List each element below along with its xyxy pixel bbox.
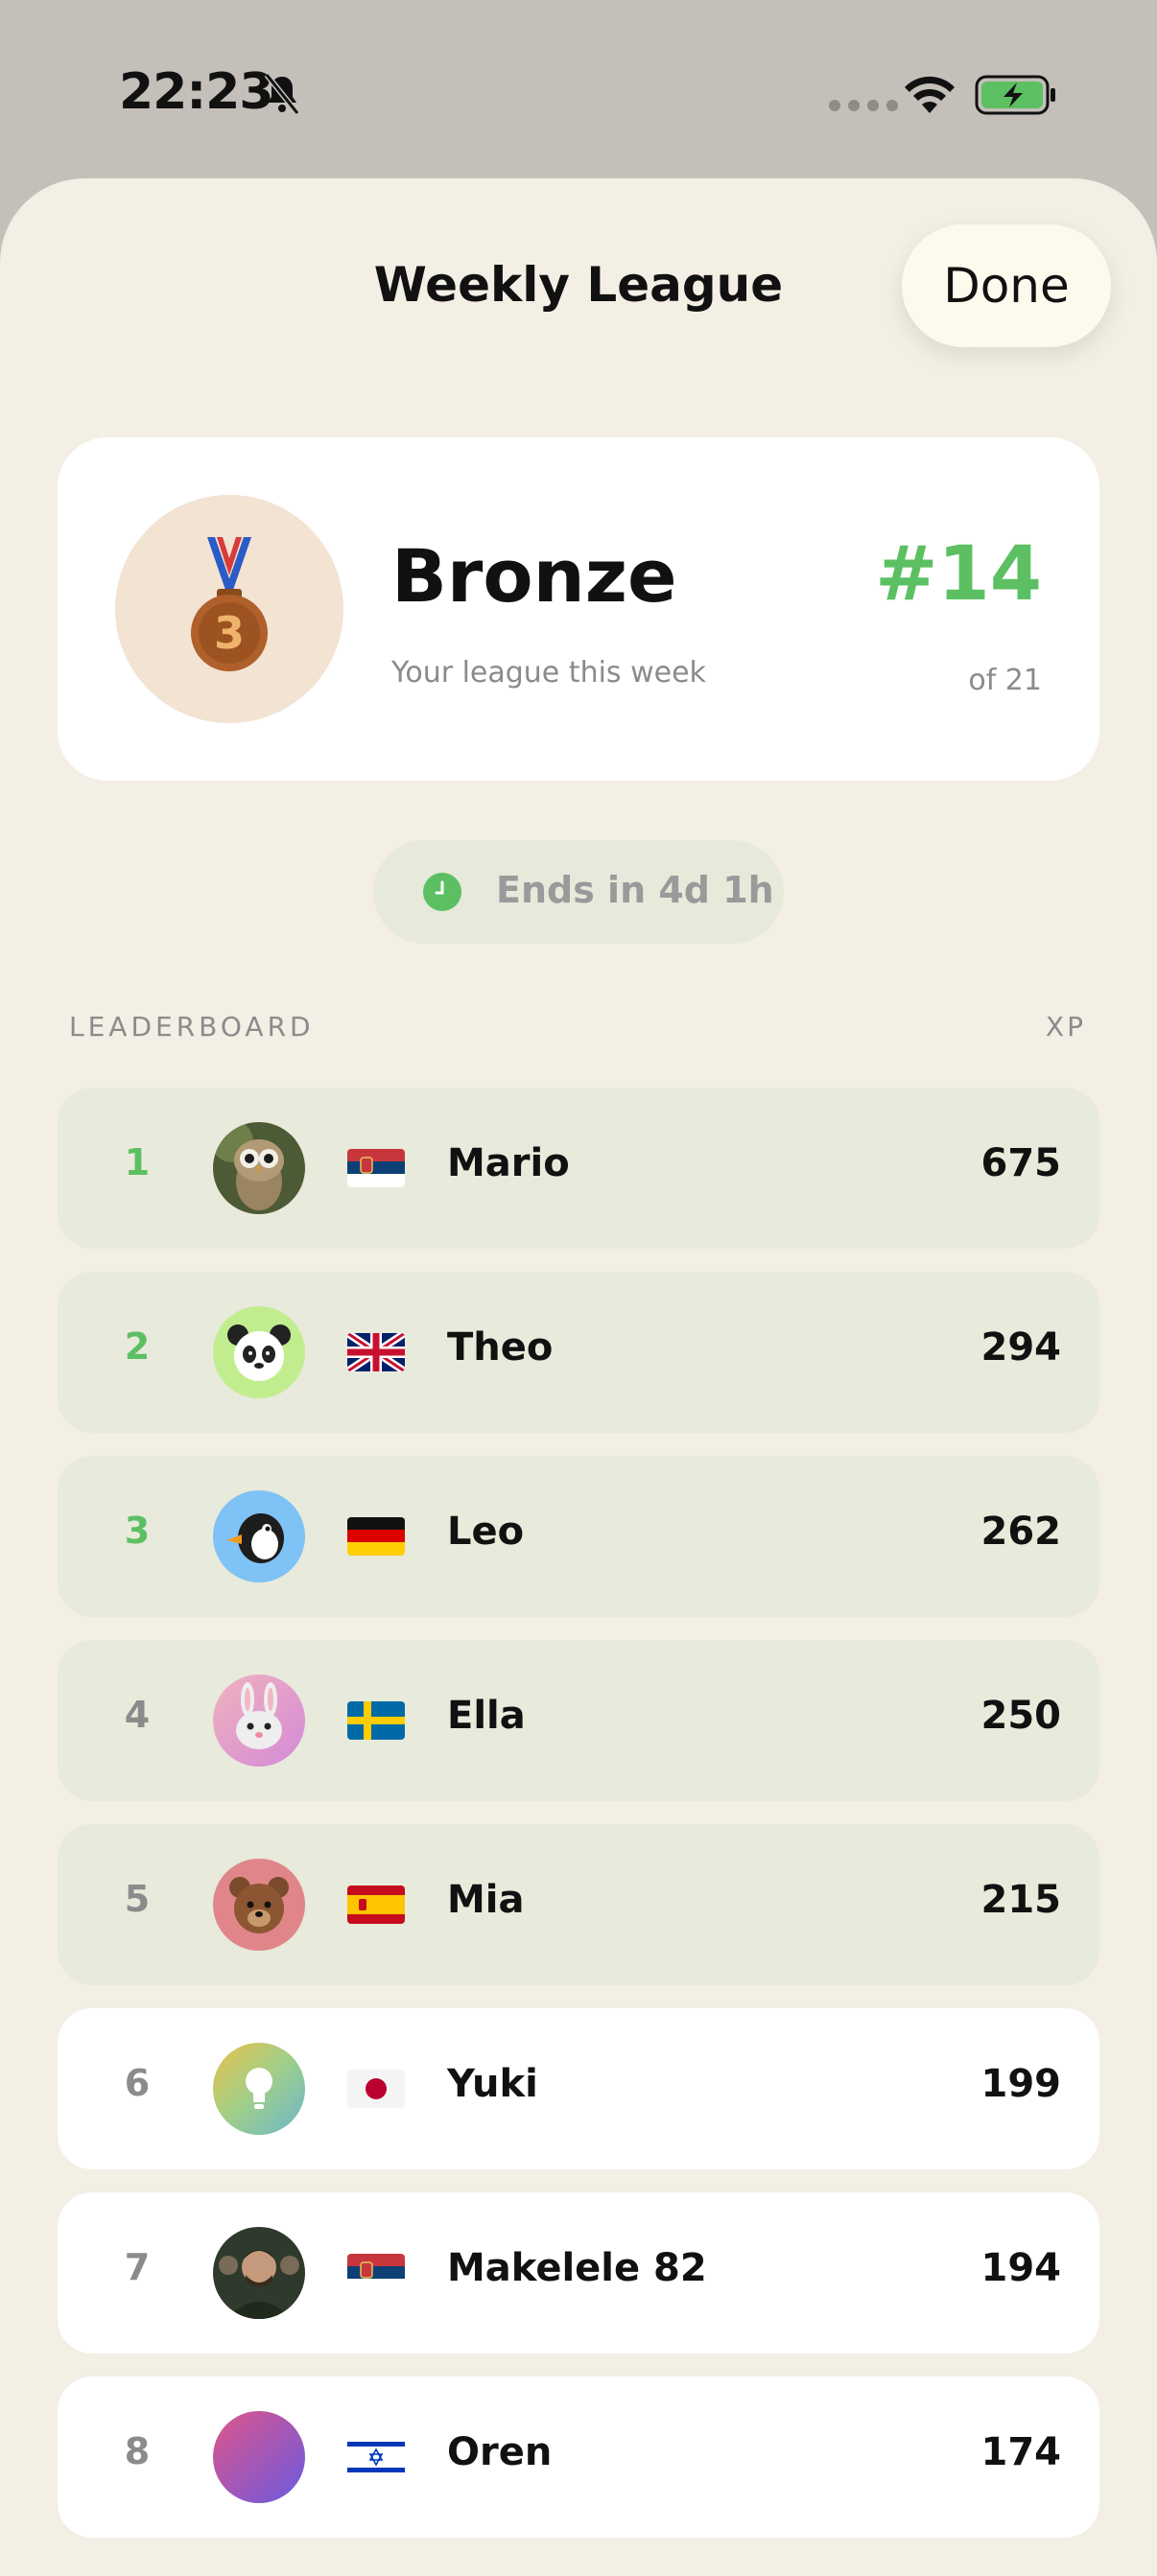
israel-flag-icon (347, 2438, 405, 2476)
status-bar: 22:23 (0, 0, 1157, 182)
bronze-medal-icon: 3 (191, 537, 268, 671)
leaderboard-row[interactable]: 3 Leo 262 (58, 1456, 1099, 1617)
row-position: 2 (124, 1325, 151, 1368)
serbia-flag-icon (347, 1149, 405, 1187)
user-photo-avatar (213, 2227, 305, 2319)
row-position: 7 (124, 2246, 151, 2288)
player-xp: 174 (980, 2430, 1062, 2474)
leaderboard-row[interactable]: 8 Oren 174 (58, 2377, 1099, 2538)
owl-avatar (213, 1122, 305, 1214)
row-position: 6 (124, 2062, 151, 2104)
battery-charging-icon (975, 75, 1055, 115)
bear-avatar (213, 1859, 305, 1951)
panda-avatar (213, 1306, 305, 1398)
germany-flag-icon (347, 1517, 405, 1556)
leaderboard-row[interactable]: 4 Ella 250 (58, 1640, 1099, 1801)
player-xp: 194 (980, 2246, 1062, 2290)
serbia-flag-icon (347, 2254, 405, 2292)
wifi-icon (905, 76, 955, 113)
row-position: 8 (124, 2430, 151, 2472)
player-name: Ella (447, 1694, 526, 1738)
player-name: Yuki (447, 2062, 538, 2106)
leaderboard-row[interactable]: 2 Theo 294 (58, 1272, 1099, 1433)
league-subtitle: Your league this week (391, 656, 706, 690)
uk-flag-icon (347, 1333, 405, 1371)
league-card: 3 Bronze Your league this week #14 of 21 (58, 437, 1099, 781)
medal-badge: 3 (115, 495, 343, 723)
medal-number: 3 (214, 607, 245, 659)
sweden-flag-icon (347, 1701, 405, 1740)
player-xp: 215 (980, 1878, 1062, 1922)
player-xp: 199 (980, 2062, 1062, 2106)
row-position: 3 (124, 1510, 151, 1552)
player-name: Theo (447, 1325, 554, 1370)
row-position: 1 (124, 1141, 151, 1183)
player-name: Mia (447, 1878, 525, 1922)
leaderboard-row[interactable]: 5 Mia 215 (58, 1824, 1099, 1985)
cellular-dots-icon (829, 100, 898, 111)
player-xp: 250 (980, 1694, 1062, 1738)
leaderboard-heading: LEADERBOARD (69, 1011, 315, 1042)
leaderboard-row[interactable]: 7 Makelele 82 194 (58, 2192, 1099, 2354)
player-xp: 262 (980, 1510, 1062, 1554)
timer-label: Ends in 4d 1h (496, 869, 774, 911)
player-name: Oren (447, 2430, 553, 2474)
row-position: 5 (124, 1878, 151, 1920)
player-name: Makelele 82 (447, 2246, 707, 2290)
japan-flag-icon (347, 2070, 405, 2108)
spain-flag-icon (347, 1885, 405, 1924)
league-sheet: Weekly League Done 3 Bronze Your league … (0, 178, 1157, 2576)
rabbit-avatar (213, 1674, 305, 1767)
bell-muted-icon (264, 73, 300, 115)
row-position: 4 (124, 1694, 151, 1736)
player-name: Leo (447, 1510, 525, 1554)
gradient-avatar (213, 2411, 305, 2503)
player-name: Mario (447, 1141, 570, 1185)
penguin-avatar (213, 1490, 305, 1582)
lightbulb-avatar (213, 2043, 305, 2135)
timer-pill: Ends in 4d 1h (373, 840, 784, 944)
rank-total: of 21 (968, 664, 1042, 697)
leaderboard-row[interactable]: 6 Yuki 199 (58, 2008, 1099, 2169)
status-time: 22:23 (119, 63, 274, 121)
clock-icon (423, 873, 461, 911)
done-button[interactable]: Done (902, 224, 1111, 347)
player-xp: 675 (980, 1141, 1062, 1185)
player-xp: 294 (980, 1325, 1062, 1370)
league-name: Bronze (391, 533, 677, 619)
leaderboard-row[interactable]: 1 Mario 675 (58, 1088, 1099, 1249)
xp-heading: XP (1045, 1011, 1086, 1042)
user-rank: #14 (875, 531, 1042, 618)
